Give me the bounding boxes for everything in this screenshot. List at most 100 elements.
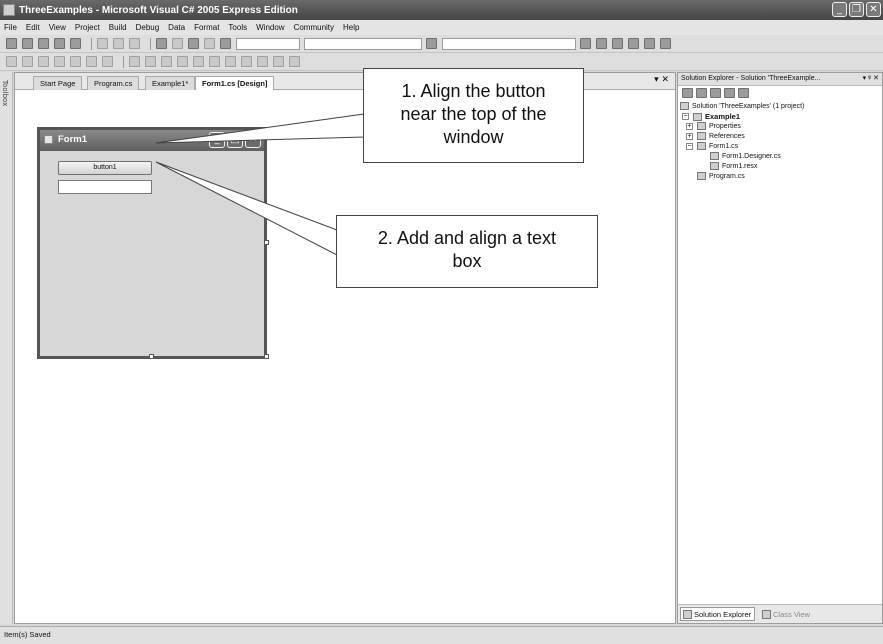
find-combo[interactable] — [442, 37, 576, 50]
menu-window[interactable]: Window — [256, 23, 284, 32]
redo-icon[interactable] — [172, 38, 183, 49]
platform-combo[interactable] — [304, 37, 422, 50]
title-bar: ThreeExamples - Microsoft Visual C# 2005… — [0, 0, 883, 20]
save-icon[interactable] — [54, 38, 65, 49]
resize-handle-corner[interactable] — [264, 354, 269, 359]
button1[interactable]: button1 — [58, 161, 152, 175]
close-button[interactable]: ✕ — [866, 2, 881, 17]
make-same-height-icon[interactable] — [145, 56, 156, 67]
refresh-icon[interactable] — [710, 88, 721, 98]
toolbox-icon[interactable] — [644, 38, 655, 49]
size-to-grid-icon[interactable] — [177, 56, 188, 67]
collapse-icon[interactable]: − — [686, 142, 693, 150]
remove-spacing-icon[interactable] — [241, 56, 252, 67]
tab-example1[interactable]: Example1* — [145, 76, 196, 90]
form-maximize-button[interactable]: □ — [227, 132, 243, 148]
tab-start-page[interactable]: Start Page — [33, 76, 83, 90]
tree-node-form1-designer[interactable]: Form1.Designer.cs — [710, 152, 781, 160]
properties-window-icon[interactable] — [612, 38, 623, 49]
tree-node-project[interactable]: − Example1 — [682, 112, 740, 121]
form-designer-surface[interactable]: Form1 _ □ ✕ button1 — [15, 90, 675, 623]
restore-button[interactable]: ❐ — [849, 2, 864, 17]
form-close-button[interactable]: ✕ — [245, 132, 261, 148]
properties-icon[interactable] — [682, 88, 693, 98]
align-bottoms-icon[interactable] — [102, 56, 113, 67]
tab-class-view[interactable]: Class View — [760, 607, 813, 621]
menu-view[interactable]: View — [49, 23, 66, 32]
form-minimize-button[interactable]: _ — [209, 132, 225, 148]
csharp-project-icon — [693, 112, 702, 121]
align-lefts-icon[interactable] — [22, 56, 33, 67]
tree-node-references[interactable]: + References — [686, 132, 745, 140]
panel-controls[interactable]: ▾ ᵠ ✕ — [863, 73, 879, 85]
paste-icon[interactable] — [129, 38, 140, 49]
view-designer-icon[interactable] — [738, 88, 749, 98]
add-item-icon[interactable] — [22, 38, 33, 49]
solution-explorer-icon[interactable] — [596, 38, 607, 49]
tree-node-properties[interactable]: + Properties — [686, 122, 741, 130]
form1-window[interactable]: Form1 _ □ ✕ button1 — [37, 127, 267, 359]
menu-tools[interactable]: Tools — [228, 23, 247, 32]
tab-program-cs[interactable]: Program.cs — [87, 76, 140, 90]
toolbox-tab[interactable]: Toolbox — [0, 72, 13, 624]
new-project-icon[interactable] — [6, 38, 17, 49]
vertical-spacing-icon[interactable] — [257, 56, 268, 67]
increase-spacing-icon[interactable] — [209, 56, 220, 67]
menu-file[interactable]: File — [4, 23, 17, 32]
tree-node-solution[interactable]: Solution 'ThreeExamples' (1 project) — [680, 102, 804, 110]
view-code-icon[interactable] — [724, 88, 735, 98]
tree-node-form1-resx[interactable]: Form1.resx — [710, 162, 757, 170]
align-tops-icon[interactable] — [70, 56, 81, 67]
configuration-combo[interactable] — [236, 37, 300, 50]
menu-data[interactable]: Data — [168, 23, 185, 32]
align-rights-icon[interactable] — [54, 56, 65, 67]
cut-icon[interactable] — [97, 38, 108, 49]
tab-form1-design[interactable]: Form1.cs [Design] — [195, 76, 275, 91]
horizontal-spacing-icon[interactable] — [193, 56, 204, 67]
references-folder-icon — [697, 132, 706, 140]
find-icon[interactable] — [426, 38, 437, 49]
copy-icon[interactable] — [113, 38, 124, 49]
center-vertically-icon[interactable] — [289, 56, 300, 67]
menu-project[interactable]: Project — [75, 23, 100, 32]
resize-handle-right[interactable] — [264, 240, 269, 245]
menu-community[interactable]: Community — [294, 23, 334, 32]
menu-help[interactable]: Help — [343, 23, 359, 32]
align-centers-icon[interactable] — [38, 56, 49, 67]
align-middles-icon[interactable] — [86, 56, 97, 67]
start-debugging-icon[interactable] — [220, 38, 231, 49]
solution-explorer-panel: Solution Explorer - Solution 'ThreeExamp… — [677, 72, 883, 624]
textbox1[interactable] — [58, 180, 152, 194]
menu-format[interactable]: Format — [194, 23, 219, 32]
editor-area: Start Page Program.cs Example1* Form1.cs… — [14, 72, 676, 624]
expand-icon[interactable]: + — [686, 122, 693, 130]
make-same-size-icon[interactable] — [161, 56, 172, 67]
standard-toolbar — [0, 35, 883, 53]
align-to-grid-icon[interactable] — [6, 56, 17, 67]
save-all-icon[interactable] — [70, 38, 81, 49]
app-icon — [3, 4, 15, 16]
decrease-spacing-icon[interactable] — [225, 56, 236, 67]
menu-bar: File Edit View Project Build Debug Data … — [0, 20, 883, 35]
show-all-files-icon[interactable] — [696, 88, 707, 98]
navigate-forward-icon[interactable] — [204, 38, 215, 49]
open-file-icon[interactable] — [38, 38, 49, 49]
menu-edit[interactable]: Edit — [26, 23, 40, 32]
tab-controls[interactable]: ▾ ✕ — [654, 75, 669, 85]
menu-debug[interactable]: Debug — [136, 23, 160, 32]
menu-build[interactable]: Build — [109, 23, 127, 32]
tree-node-form1-cs[interactable]: − Form1.cs — [686, 142, 738, 150]
center-horizontally-icon[interactable] — [273, 56, 284, 67]
minimize-button[interactable]: _ — [832, 2, 847, 17]
tree-node-program-cs[interactable]: Program.cs — [697, 172, 745, 180]
object-browser-icon[interactable] — [628, 38, 639, 49]
start-page-icon[interactable] — [660, 38, 671, 49]
tab-solution-explorer[interactable]: Solution Explorer — [680, 607, 756, 621]
resize-handle-bottom[interactable] — [149, 354, 154, 359]
collapse-icon[interactable]: − — [682, 113, 689, 120]
undo-icon[interactable] — [156, 38, 167, 49]
expand-icon[interactable]: + — [686, 132, 693, 140]
navigate-back-icon[interactable] — [188, 38, 199, 49]
find-in-files-icon[interactable] — [580, 38, 591, 49]
make-same-width-icon[interactable] — [129, 56, 140, 67]
